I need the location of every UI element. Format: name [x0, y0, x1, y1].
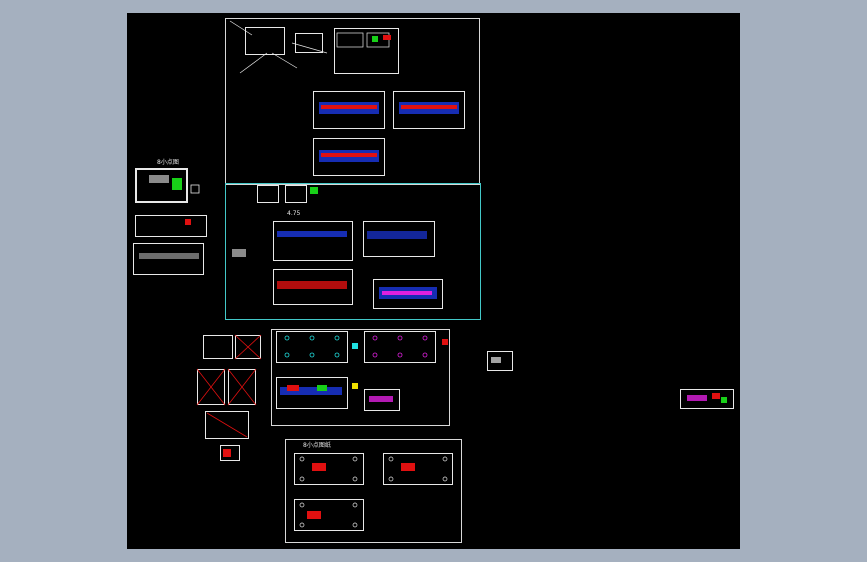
drawing-details [139, 20, 727, 528]
cad-drawing-area[interactable]: 8小点图 8小点图纸 4.75 [127, 13, 740, 549]
